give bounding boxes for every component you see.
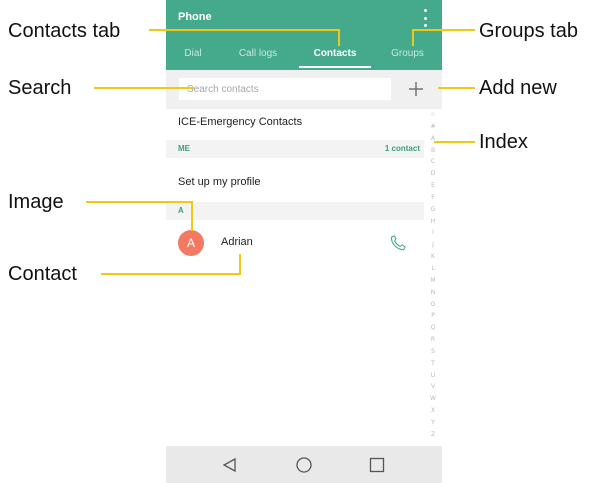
index-letter[interactable]: D	[431, 171, 436, 177]
alphabet-index[interactable]: ☆ # A B C D E F G H I J K L M N O P Q R S T U V W X Y Z	[424, 112, 442, 438]
index-letter[interactable]: ☆	[430, 112, 435, 118]
setup-profile-item[interactable]: Set up my profile	[178, 176, 261, 188]
plus-icon	[409, 82, 423, 96]
leader-line-contact	[101, 273, 241, 275]
leader-line-contacts-tab	[149, 29, 340, 31]
ice-contacts-item[interactable]: ICE-Emergency Contacts	[178, 116, 302, 128]
phone-screen: Phone Dial Call logs Contacts Groups ICE…	[166, 0, 442, 483]
section-letter: A	[178, 206, 184, 215]
tab-dial[interactable]: Dial	[166, 44, 220, 70]
leader-line-add-new	[438, 87, 475, 89]
contact-count: 1 contact	[384, 144, 420, 153]
leader-line-groups-tab	[412, 29, 414, 46]
leader-line-contacts-tab	[338, 29, 340, 46]
navigation-bar	[166, 446, 442, 483]
index-letter[interactable]: T	[431, 360, 435, 367]
index-letter[interactable]: P	[431, 313, 435, 319]
tab-bar: Dial Call logs Contacts Groups	[166, 44, 442, 70]
annotation-search: Search	[8, 77, 72, 99]
search-bar	[166, 70, 442, 109]
index-letter[interactable]: U	[431, 372, 435, 379]
index-letter[interactable]: #	[430, 123, 435, 130]
section-header-me: ME 1 contact	[166, 140, 424, 158]
annotation-index: Index	[479, 131, 528, 153]
index-letter[interactable]: Z	[431, 431, 435, 438]
index-letter[interactable]: S	[431, 348, 435, 355]
leader-line-image	[191, 201, 193, 231]
annotation-add-new: Add new	[479, 77, 557, 99]
index-letter[interactable]: K	[431, 254, 435, 260]
section-header-a: A	[166, 202, 424, 220]
index-letter[interactable]: V	[431, 384, 435, 390]
leader-line-index	[434, 141, 475, 143]
index-letter[interactable]: E	[431, 183, 435, 189]
index-letter[interactable]: G	[431, 206, 436, 213]
annotation-contact: Contact	[8, 263, 77, 285]
index-letter[interactable]: L	[431, 265, 434, 272]
tab-contacts[interactable]: Contacts	[299, 44, 371, 70]
leader-line-contact	[239, 254, 241, 275]
app-title: Phone	[178, 11, 212, 23]
add-contact-button[interactable]	[402, 76, 430, 102]
index-letter[interactable]: I	[432, 230, 434, 236]
contact-name: Adrian	[221, 236, 253, 248]
phone-icon[interactable]	[389, 234, 407, 252]
search-input[interactable]	[179, 78, 391, 100]
section-letter: ME	[178, 144, 190, 153]
index-letter[interactable]: X	[431, 408, 435, 414]
back-triangle-icon[interactable]	[221, 456, 239, 474]
index-letter[interactable]: Q	[431, 325, 436, 331]
index-letter[interactable]: W	[430, 396, 436, 402]
annotation-contacts-tab: Contacts tab	[8, 20, 121, 42]
annotation-image: Image	[8, 191, 64, 213]
leader-line-image	[86, 201, 193, 203]
annotation-groups-tab: Groups tab	[479, 20, 578, 42]
tab-call-logs[interactable]: Call logs	[220, 44, 296, 70]
index-letter[interactable]: R	[431, 337, 435, 343]
recents-square-icon[interactable]	[368, 456, 386, 474]
index-letter[interactable]: N	[431, 289, 436, 296]
avatar: A	[178, 230, 204, 256]
leader-line-groups-tab	[412, 29, 475, 31]
index-letter[interactable]: Y	[431, 419, 435, 426]
index-letter[interactable]: H	[431, 218, 436, 225]
index-letter[interactable]: B	[431, 147, 435, 154]
index-letter[interactable]: O	[431, 301, 436, 308]
more-vert-icon[interactable]	[420, 9, 430, 27]
leader-line-search	[94, 87, 194, 89]
index-letter[interactable]: F	[431, 194, 434, 201]
index-letter[interactable]: M	[430, 277, 435, 284]
tab-groups[interactable]: Groups	[373, 44, 442, 70]
index-letter[interactable]: C	[431, 159, 435, 165]
index-letter[interactable]: J	[432, 242, 434, 248]
app-header: Phone Dial Call logs Contacts Groups	[166, 0, 442, 70]
home-circle-icon[interactable]	[295, 456, 313, 474]
